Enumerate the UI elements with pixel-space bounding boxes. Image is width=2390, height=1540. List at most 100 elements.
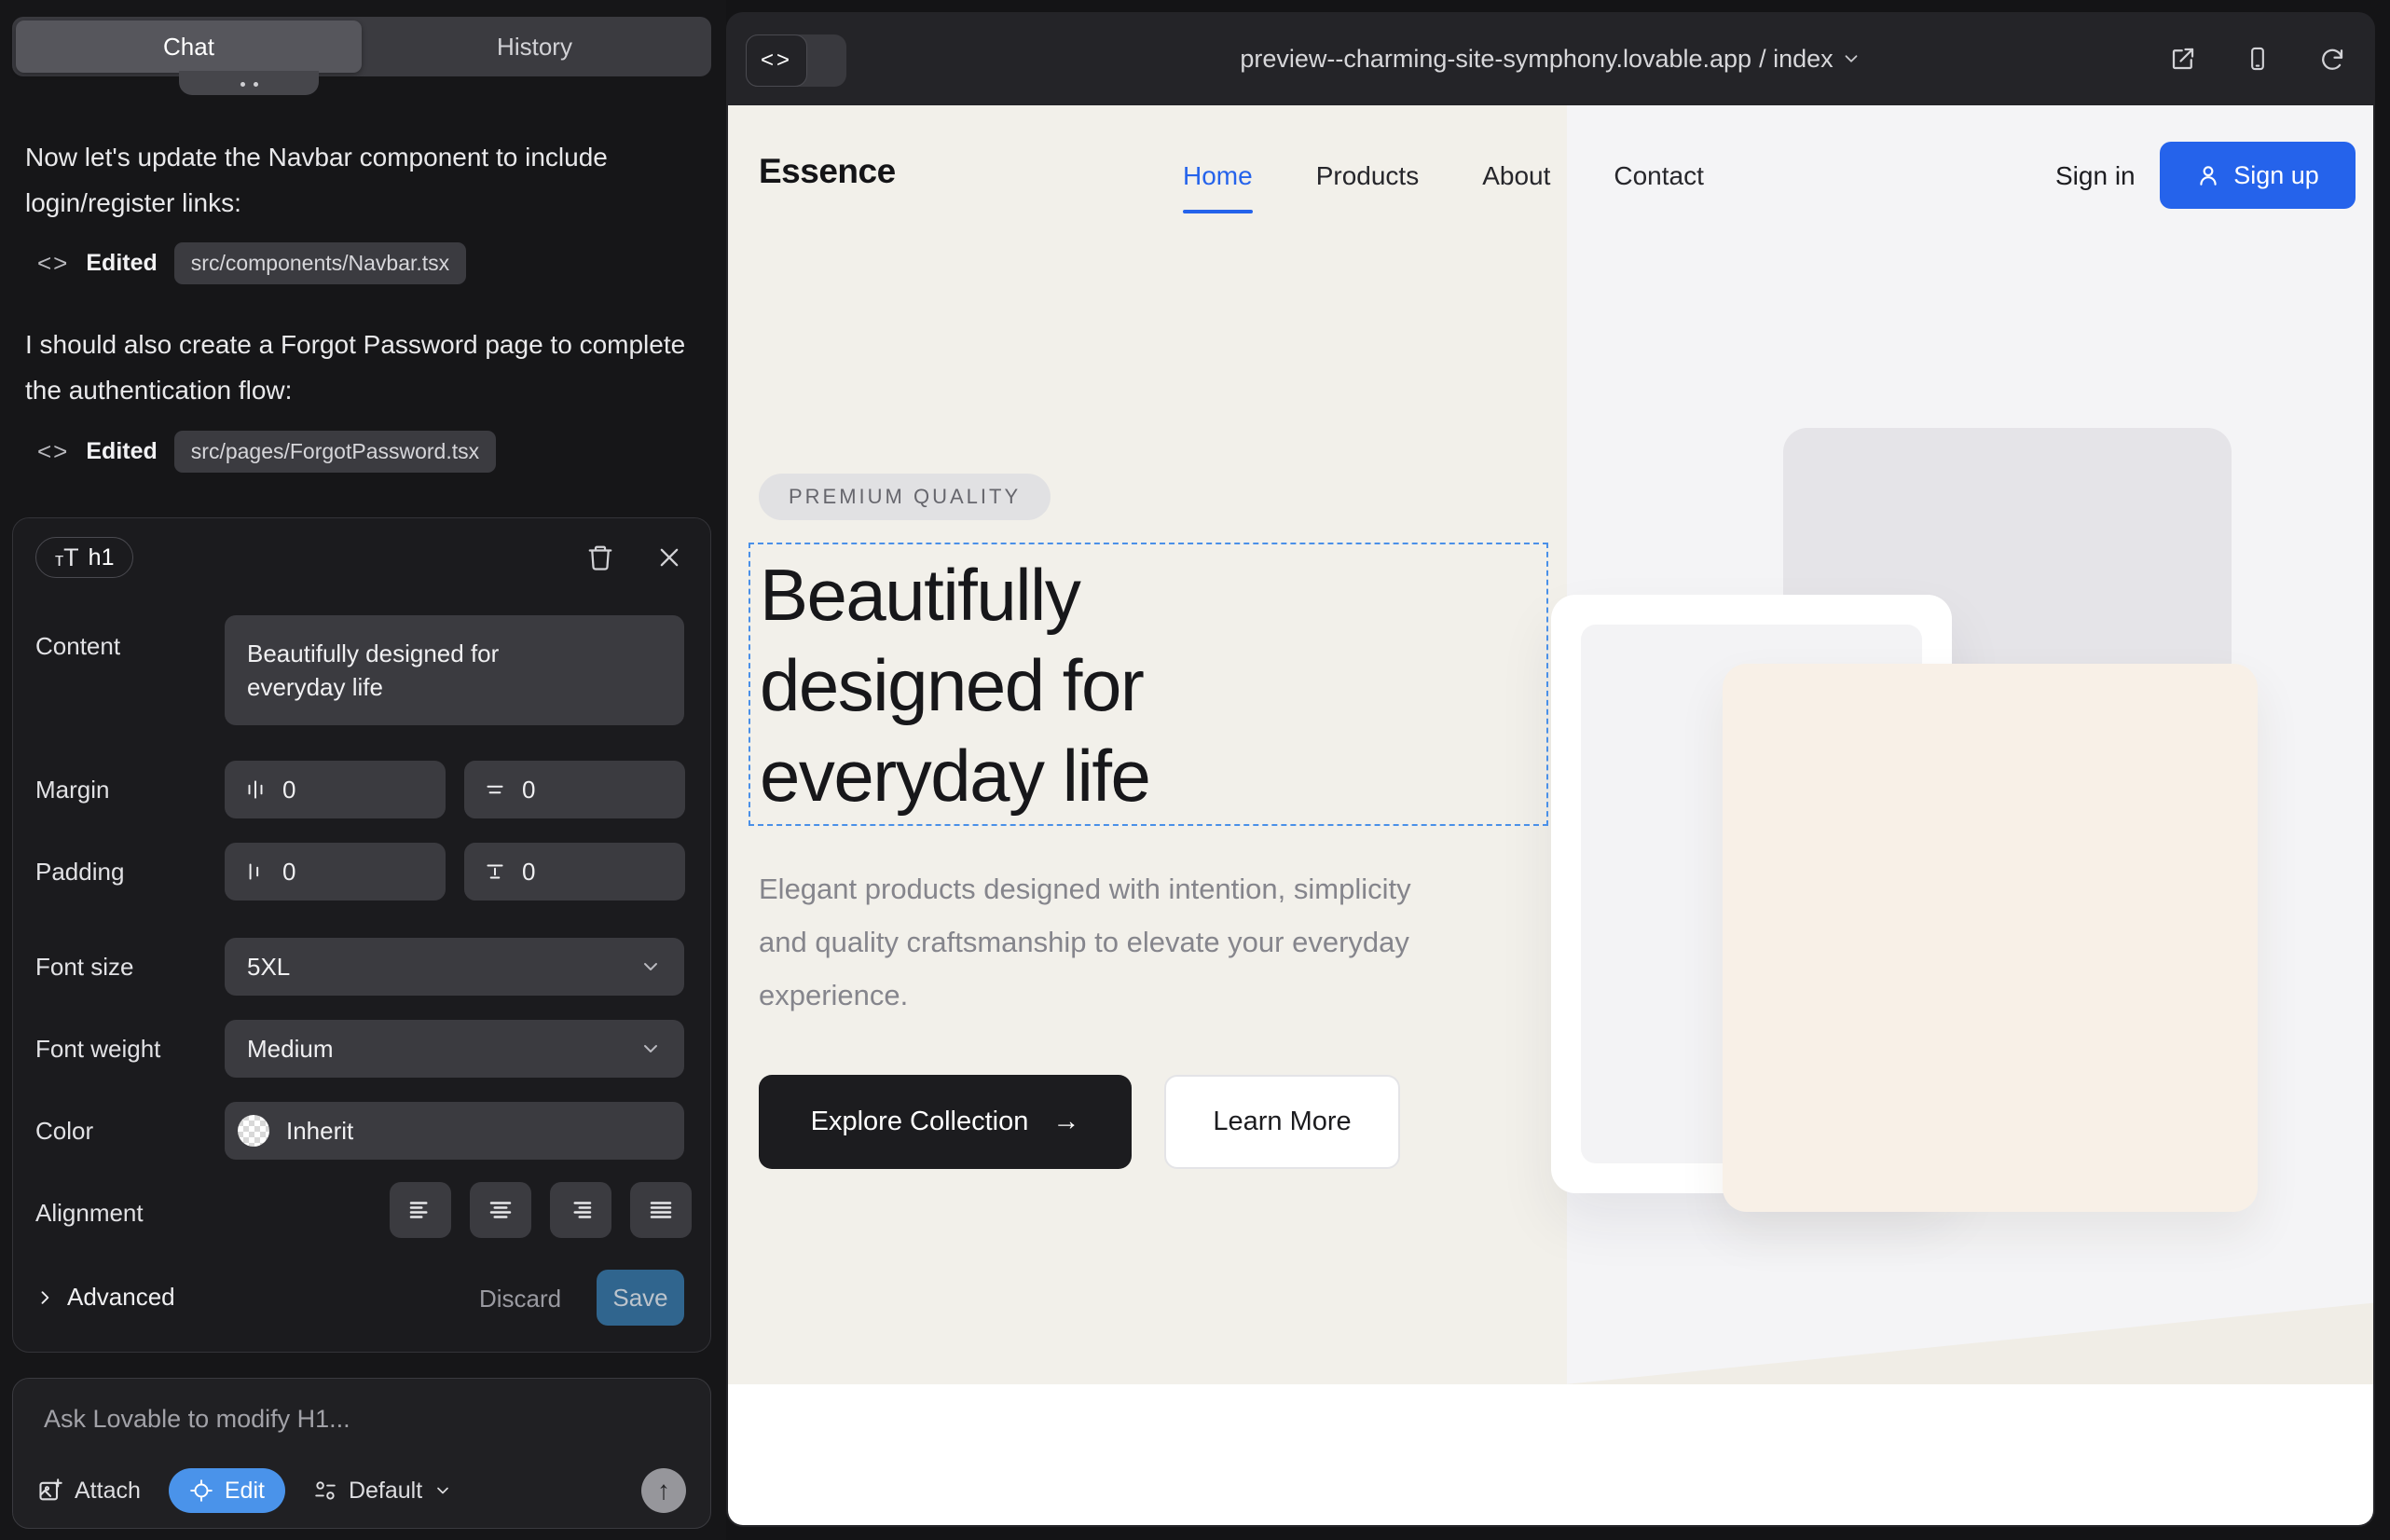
mobile-view-button[interactable]	[2241, 42, 2274, 76]
margin-y-value: 0	[522, 776, 535, 804]
chat-history-tabbar: Chat History	[12, 17, 711, 76]
align-left-icon	[406, 1196, 434, 1224]
open-external-button[interactable]	[2166, 42, 2200, 76]
font-weight-value: Medium	[247, 1035, 333, 1064]
arrow-up-icon: ↑	[657, 1476, 670, 1506]
hero-description: Elegant products designed with intention…	[759, 862, 1411, 1022]
color-value: Inherit	[286, 1117, 353, 1146]
user-icon	[2196, 163, 2220, 187]
alignment-group	[390, 1182, 692, 1238]
edited-file-row: <> Edited src/components/Navbar.tsx	[37, 239, 466, 287]
preview-path: / index	[1759, 45, 1834, 74]
nav-link-contact[interactable]: Contact	[1614, 161, 1704, 191]
tab-chat[interactable]: Chat	[16, 21, 362, 73]
trash-icon	[586, 543, 614, 572]
hero-heading[interactable]: Beautifully designed for everyday life	[760, 550, 1149, 821]
default-label: Default	[349, 1478, 422, 1505]
chevron-right-icon	[35, 1288, 54, 1307]
discard-button[interactable]: Discard	[479, 1285, 561, 1313]
default-mode-button[interactable]: Default	[313, 1478, 452, 1505]
chat-sidebar: Chat History Now let's update the Navbar…	[0, 0, 726, 1540]
font-size-select[interactable]: 5XL	[225, 938, 684, 996]
attach-button[interactable]: Attach	[37, 1478, 141, 1505]
align-justify-icon	[647, 1196, 675, 1224]
color-label: Color	[35, 1117, 93, 1146]
nav-link-home[interactable]: Home	[1183, 161, 1253, 191]
selected-h1-outline[interactable]: Beautifully designed for everyday life	[749, 543, 1548, 826]
padding-label: Padding	[35, 858, 124, 887]
margin-vertical-icon	[483, 777, 507, 802]
browser-actions	[2166, 12, 2349, 105]
advanced-toggle[interactable]: Advanced	[35, 1283, 175, 1312]
margin-x-value: 0	[282, 776, 295, 804]
padding-y-input[interactable]: 0	[464, 843, 685, 901]
site-logo[interactable]: Essence	[759, 152, 896, 191]
sign-up-button[interactable]: Sign up	[2160, 142, 2356, 209]
typography-icon: тT	[55, 543, 79, 572]
nav-link-products[interactable]: Products	[1316, 161, 1420, 191]
edit-mode-button[interactable]: Edit	[169, 1468, 285, 1513]
font-weight-select[interactable]: Medium	[225, 1020, 684, 1078]
chevron-down-icon	[1841, 48, 1861, 69]
external-link-icon	[2169, 45, 2197, 73]
font-size-value: 5XL	[247, 953, 290, 982]
padding-horizontal-icon	[243, 859, 268, 884]
delete-element-button[interactable]	[584, 541, 617, 574]
preview-browser-window: <> preview--charming-site-symphony.lovab…	[726, 12, 2375, 1527]
hero-cta-row: Explore Collection → Learn More	[759, 1075, 1400, 1169]
font-size-label: Font size	[35, 953, 134, 982]
attach-image-icon	[37, 1478, 63, 1504]
margin-y-input[interactable]: 0	[464, 761, 685, 818]
color-select[interactable]: Inherit	[225, 1102, 684, 1160]
sign-in-link[interactable]: Sign in	[2055, 161, 2136, 191]
nav-link-about[interactable]: About	[1482, 161, 1550, 191]
content-label: Content	[35, 632, 120, 661]
scrolled-chip	[179, 71, 319, 95]
file-chip[interactable]: src/pages/ForgotPassword.tsx	[174, 431, 496, 473]
file-chip[interactable]: src/components/Navbar.tsx	[174, 242, 466, 284]
site-viewport: Essence Home Products About Contact Sign…	[728, 105, 2373, 1525]
align-right-button[interactable]	[550, 1182, 611, 1238]
align-center-button[interactable]	[470, 1182, 531, 1238]
chevron-down-icon	[433, 1481, 452, 1500]
margin-x-input[interactable]: 0	[225, 761, 446, 818]
edited-label: Edited	[86, 438, 157, 465]
refresh-button[interactable]	[2315, 42, 2349, 76]
element-editor-panel: тT h1 Content Beautifully designed for e…	[12, 517, 711, 1353]
send-button[interactable]: ↑	[641, 1468, 686, 1513]
alignment-label: Alignment	[35, 1199, 144, 1228]
advanced-label: Advanced	[67, 1283, 175, 1312]
chat-message: I should also create a Forgot Password p…	[25, 322, 696, 413]
composer-input[interactable]: Ask Lovable to modify H1...	[44, 1405, 350, 1434]
font-weight-label: Font weight	[35, 1035, 160, 1064]
explore-collection-button[interactable]: Explore Collection →	[759, 1075, 1132, 1169]
save-button[interactable]: Save	[597, 1270, 684, 1326]
padding-x-input[interactable]: 0	[225, 843, 446, 901]
padding-vertical-icon	[483, 859, 507, 884]
align-right-icon	[567, 1196, 595, 1224]
align-justify-button[interactable]	[630, 1182, 692, 1238]
arrow-right-icon: →	[1052, 1107, 1079, 1137]
close-panel-button[interactable]	[652, 541, 686, 574]
close-icon	[656, 544, 682, 571]
preview-url: preview--charming-site-symphony.lovable.…	[1240, 45, 1751, 74]
learn-more-button[interactable]: Learn More	[1164, 1075, 1400, 1169]
screen: Chat History Now let's update the Navbar…	[0, 0, 2390, 1540]
chat-message: Now let's update the Navbar component to…	[25, 134, 696, 226]
margin-label: Margin	[35, 776, 109, 804]
attach-label: Attach	[75, 1478, 141, 1505]
padding-y-value: 0	[522, 858, 535, 887]
content-input[interactable]: Beautifully designed for everyday life	[225, 615, 684, 725]
explore-collection-label: Explore Collection	[811, 1107, 1029, 1137]
chat-composer: Ask Lovable to modify H1... Attach Edit	[12, 1378, 711, 1529]
composer-toolbar: Attach Edit Default	[37, 1468, 686, 1513]
align-left-button[interactable]	[390, 1182, 451, 1238]
sign-up-label: Sign up	[2233, 161, 2319, 190]
element-tag-badge: тT h1	[35, 537, 133, 578]
tab-history[interactable]: History	[362, 21, 707, 73]
url-bar[interactable]: preview--charming-site-symphony.lovable.…	[726, 12, 2375, 105]
edited-file-row: <> Edited src/pages/ForgotPassword.tsx	[37, 427, 496, 475]
edit-label: Edit	[225, 1478, 265, 1505]
browser-header: <> preview--charming-site-symphony.lovab…	[726, 12, 2375, 105]
content-value: Beautifully designed for everyday life	[247, 637, 569, 704]
